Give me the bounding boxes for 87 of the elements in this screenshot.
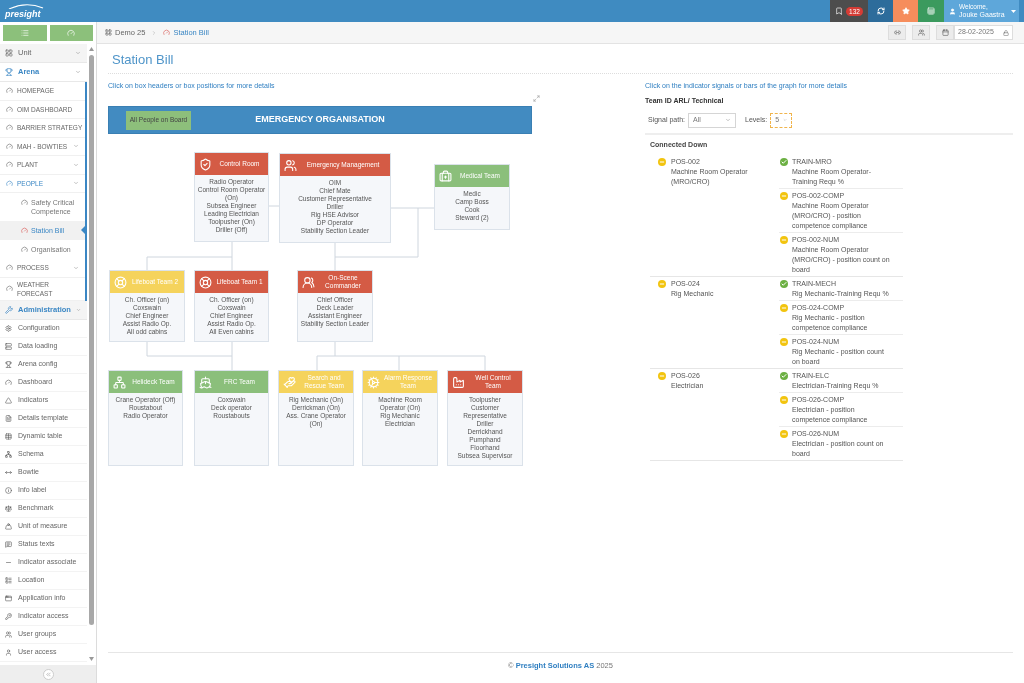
favorites-button[interactable] (893, 0, 918, 22)
life-buoy-icon (199, 275, 212, 289)
check-circle-icon[interactable] (780, 157, 788, 166)
key-icon (5, 612, 12, 620)
chevron-down-icon (75, 50, 81, 56)
hand-heart-icon (283, 375, 296, 389)
minus-circle-icon[interactable] (658, 372, 666, 380)
chevron-down-icon (783, 117, 788, 123)
users-icon (5, 630, 12, 638)
people-group-icon (284, 158, 297, 172)
trophy-icon (5, 68, 13, 76)
lock-icon (1003, 29, 1009, 36)
dashboard-button[interactable] (49, 25, 93, 41)
refresh-icon (876, 7, 885, 15)
users-icon (917, 29, 925, 36)
collapse-button[interactable] (42, 668, 54, 680)
gauge-icon (21, 199, 28, 206)
user-icon (5, 648, 12, 656)
gauge-icon (6, 161, 13, 169)
gauge-icon (6, 87, 13, 95)
minus-circle-icon[interactable] (658, 158, 666, 166)
weight-icon (5, 522, 12, 530)
info-icon (5, 486, 12, 494)
gauge-icon (6, 179, 13, 187)
gauge-icon (163, 29, 171, 36)
trophy-icon (5, 360, 12, 368)
gauge-icon (6, 142, 13, 150)
wrench-icon (5, 305, 13, 314)
document-icon (5, 414, 12, 422)
link-icon (893, 29, 901, 36)
gauge-icon (21, 246, 28, 253)
table-icon (927, 7, 935, 15)
check-circle-icon[interactable] (780, 279, 788, 288)
network-icon (113, 375, 126, 389)
logo-text: presight (5, 8, 41, 19)
gauge-icon (6, 124, 13, 132)
caret-down-icon (1011, 9, 1016, 13)
double-chevron-left-icon (44, 670, 52, 678)
double-arrow-icon (5, 468, 12, 476)
calendar-icon (941, 29, 949, 36)
caret-up-icon[interactable] (89, 47, 94, 51)
medical-bag-icon (439, 169, 452, 183)
list-icon (20, 29, 29, 37)
grid-icon (5, 49, 13, 57)
triangle-icon (5, 396, 12, 404)
calendar-button[interactable] (936, 25, 954, 40)
scrollbar-thumb[interactable] (89, 55, 94, 625)
gauge-icon (6, 264, 13, 272)
table-icon (5, 432, 12, 440)
life-buoy-icon (114, 275, 127, 289)
window-icon (5, 594, 12, 602)
banner-title: EMERGENCY ORGANISATION (254, 113, 386, 127)
scale-icon (5, 504, 12, 512)
gauge-icon (6, 105, 13, 113)
refresh-button[interactable] (868, 0, 893, 22)
gauge-icon (5, 378, 12, 386)
chevron-down-icon (725, 117, 731, 123)
gauge-icon (67, 29, 76, 37)
table-button[interactable] (918, 0, 944, 22)
gauge-icon (21, 227, 28, 234)
people-group-icon (302, 275, 315, 289)
chevron-down-icon (75, 69, 81, 75)
server-icon (5, 342, 12, 350)
arc-icon (8, 3, 44, 9)
minus-circle-icon[interactable] (658, 280, 666, 288)
bookmark-icon (835, 7, 844, 15)
chevron-right-icon (151, 29, 158, 36)
expand-icon[interactable] (533, 95, 540, 102)
factory-icon (452, 375, 465, 389)
users-button[interactable] (912, 25, 930, 40)
user-icon (949, 7, 956, 15)
link-button[interactable] (888, 25, 906, 40)
ship-icon (199, 375, 212, 389)
menu-button[interactable] (3, 25, 47, 41)
hierarchy-icon (5, 450, 12, 458)
star-icon (901, 7, 910, 15)
gear-icon (5, 324, 12, 332)
page-title: Station Bill (111, 51, 175, 68)
chevron-down-icon (75, 306, 81, 313)
shield-check-icon (199, 157, 212, 171)
message-icon (5, 540, 12, 548)
grid-icon (105, 29, 112, 36)
cog-icon (367, 375, 380, 389)
caret-down-icon[interactable] (89, 657, 94, 661)
gauge-icon (6, 285, 13, 292)
check-circle-icon[interactable] (780, 371, 788, 380)
list-icon (5, 576, 12, 584)
